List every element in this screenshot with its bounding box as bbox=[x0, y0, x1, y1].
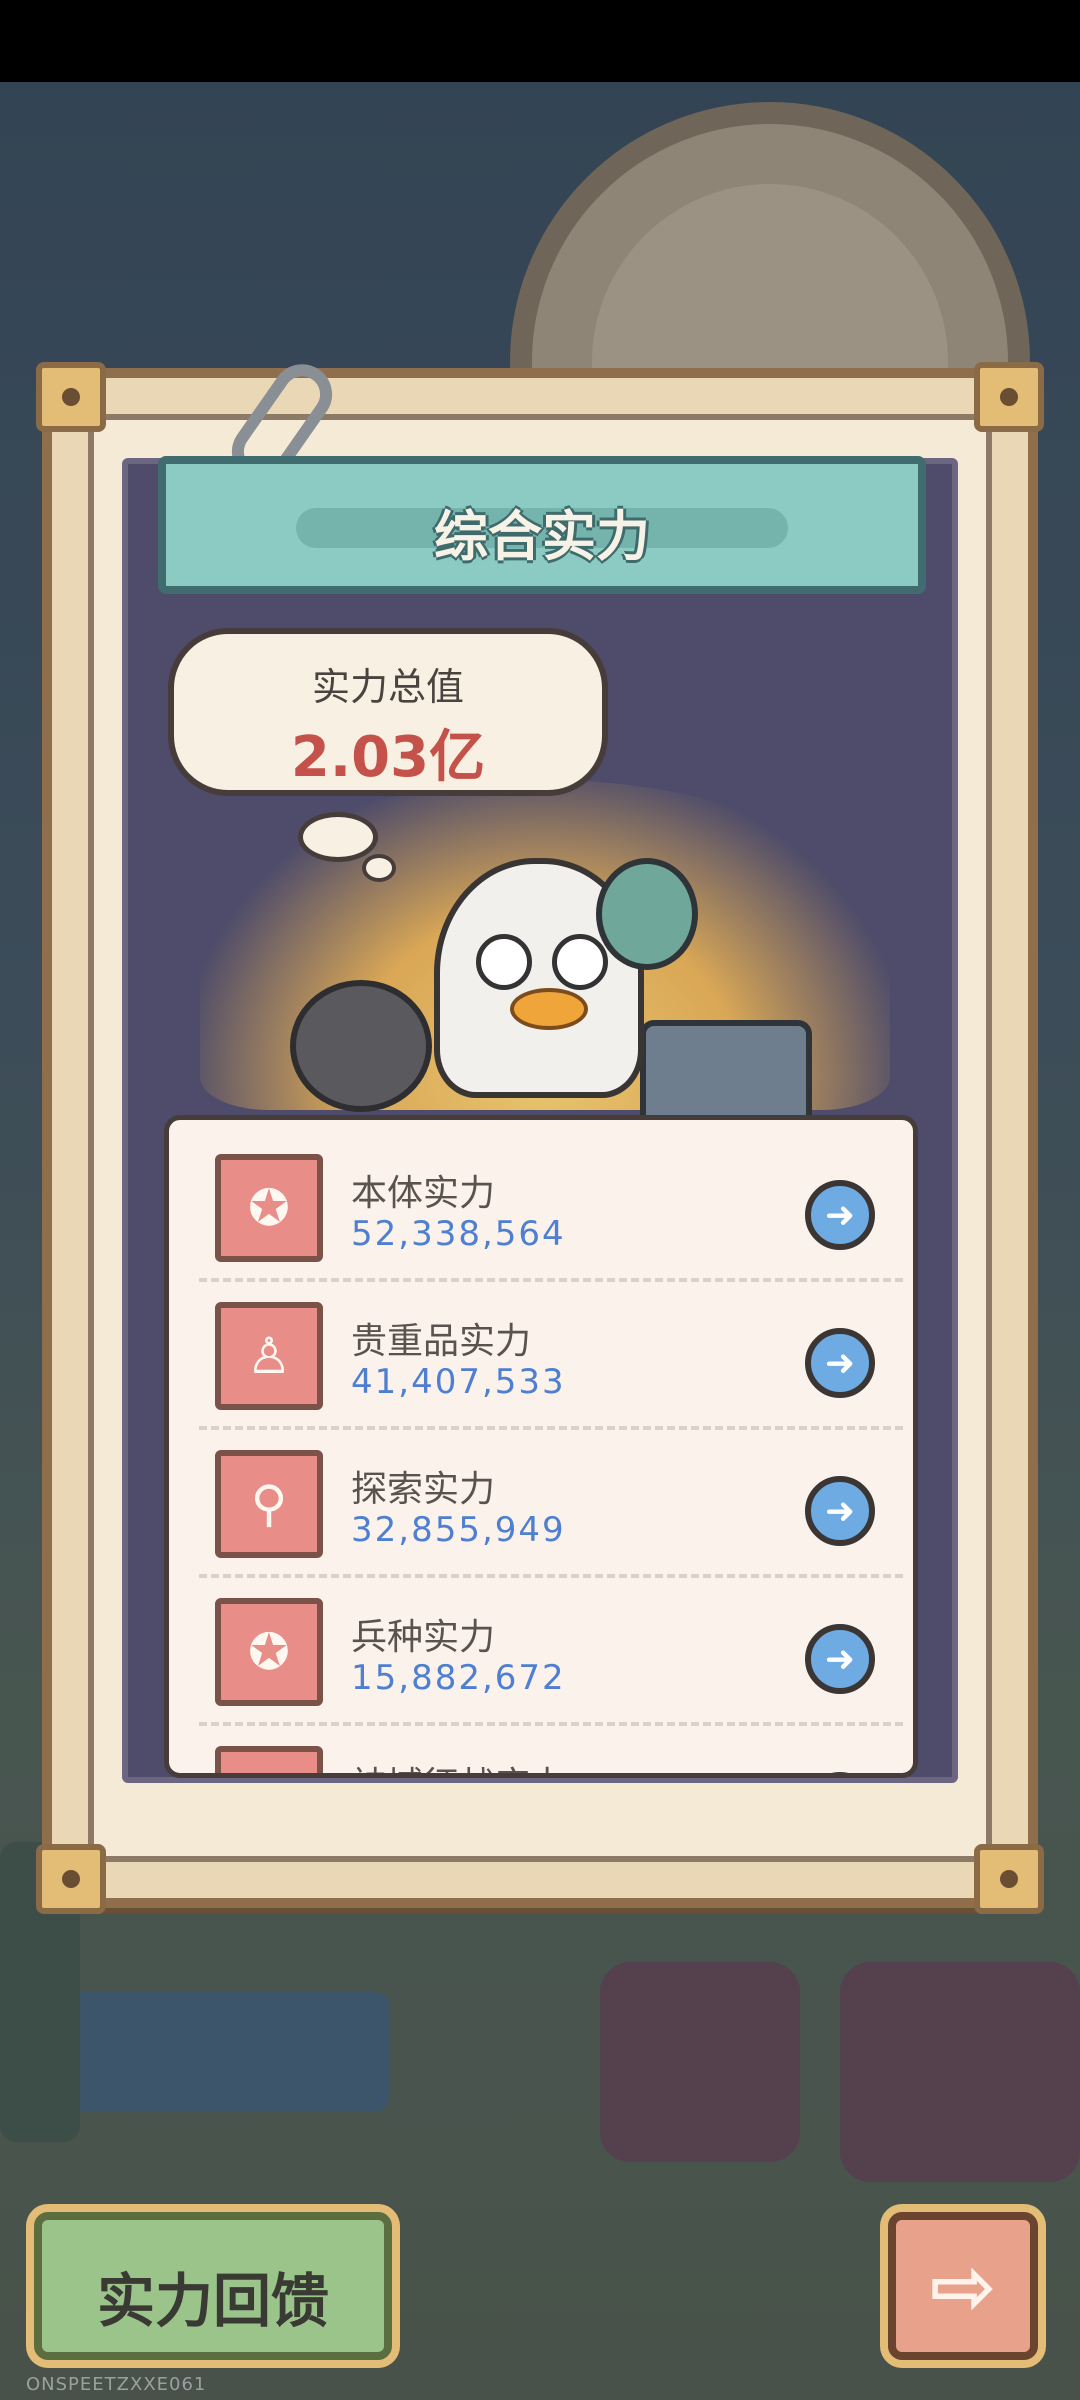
duck-eye bbox=[476, 934, 532, 990]
thought-dot bbox=[298, 812, 378, 862]
title-banner: 综合实力 bbox=[158, 456, 926, 594]
list-item: ⚲ 探索实力 32,855,949 ➜ bbox=[169, 1416, 913, 1578]
frame-corner bbox=[36, 1844, 106, 1914]
duck-unit-icon: ✪ bbox=[215, 1598, 323, 1706]
duck-head-icon: ✪ bbox=[215, 1154, 323, 1262]
partial-icon bbox=[215, 1746, 323, 1773]
item-label: 探索实力 bbox=[351, 1469, 496, 1510]
mace-icon bbox=[290, 980, 432, 1112]
magnifier-icon: ⚲ bbox=[215, 1450, 323, 1558]
goto-button[interactable]: ➜ bbox=[805, 1772, 875, 1773]
total-strength-bubble: 实力总值 2.03亿 bbox=[168, 628, 608, 796]
goto-button[interactable]: ➜ bbox=[805, 1328, 875, 1398]
frame-corner bbox=[974, 362, 1044, 432]
list-item: ♙ 贵重品实力 41,407,533 ➜ bbox=[169, 1268, 913, 1430]
duck-beak bbox=[510, 988, 588, 1030]
bust-statue-icon: ♙ bbox=[215, 1302, 323, 1410]
thought-dot bbox=[362, 854, 396, 882]
mask-icon bbox=[596, 858, 698, 970]
frame-corner bbox=[36, 362, 106, 432]
item-label: 贵重品实力 bbox=[351, 1321, 532, 1362]
next-button[interactable]: ⇨ bbox=[888, 2212, 1038, 2360]
duck-eye bbox=[552, 934, 608, 990]
item-value: 41,407,533 bbox=[351, 1362, 566, 1402]
modal-title: 综合实力 bbox=[434, 505, 650, 568]
total-strength-label: 实力总值 bbox=[311, 665, 464, 709]
item-label: 本体实力 bbox=[351, 1173, 496, 1214]
goto-button[interactable]: ➜ bbox=[805, 1180, 875, 1250]
strength-feedback-button[interactable]: 实力回馈 bbox=[34, 2212, 392, 2360]
list-item: 神域征战实力 ➜ bbox=[169, 1712, 913, 1773]
feedback-label: 实力回馈 bbox=[96, 2267, 329, 2335]
list-item: ✪ 兵种实力 15,882,672 ➜ bbox=[169, 1564, 913, 1726]
status-bar bbox=[0, 0, 1080, 82]
total-strength-value: 2.03亿 bbox=[290, 725, 486, 790]
watermark: ONSPEETZXXE061 bbox=[26, 2374, 207, 2395]
arrow-right-icon: ⇨ bbox=[929, 2239, 997, 2333]
item-value: 32,855,949 bbox=[351, 1510, 566, 1550]
list-item: ✪ 本体实力 52,338,564 ➜ bbox=[169, 1120, 913, 1282]
frame-corner bbox=[974, 1844, 1044, 1914]
strength-list[interactable]: ✪ 本体实力 52,338,564 ➜ ♙ 贵重品实力 41,407,533 ➜… bbox=[164, 1115, 918, 1778]
goto-button[interactable]: ➜ bbox=[805, 1624, 875, 1694]
item-label: 神域征战实力 bbox=[351, 1756, 567, 1773]
item-label: 兵种实力 bbox=[351, 1617, 496, 1658]
goto-button[interactable]: ➜ bbox=[805, 1476, 875, 1546]
item-value: 52,338,564 bbox=[351, 1214, 566, 1254]
item-value: 15,882,672 bbox=[351, 1658, 566, 1698]
